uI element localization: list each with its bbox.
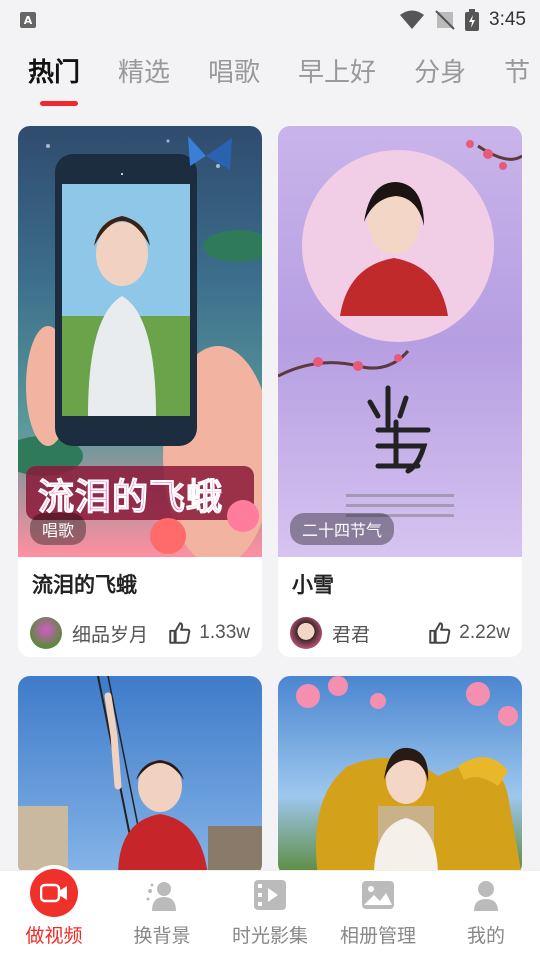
nav-make-video[interactable]: 做视频 bbox=[0, 869, 108, 960]
status-right: 3:45 bbox=[399, 9, 526, 31]
like-button[interactable]: 2.22w bbox=[427, 620, 510, 646]
status-left: A bbox=[20, 12, 36, 28]
bottom-navigation: 做视频 换背景 时光影集 相册管理 我的 bbox=[0, 869, 540, 960]
battery-charging-icon bbox=[465, 9, 480, 31]
nav-label: 做视频 bbox=[25, 925, 83, 947]
video-camera-icon bbox=[30, 869, 78, 917]
category-tabs: 热门 精选 唱歌 早上好 分身 节 bbox=[28, 50, 540, 110]
nav-label: 换背景 bbox=[133, 925, 191, 947]
video-title: 流泪的飞蛾 bbox=[32, 573, 137, 597]
video-thumbnail[interactable] bbox=[278, 676, 522, 876]
video-card[interactable] bbox=[18, 676, 262, 876]
video-meta: 细品岁月 1.33w bbox=[18, 601, 262, 657]
author-name[interactable]: 君君 bbox=[332, 620, 421, 647]
user-icon bbox=[466, 875, 506, 915]
nav-change-background[interactable]: 换背景 bbox=[108, 871, 216, 960]
thumbs-up-icon bbox=[429, 622, 451, 644]
thumbnail-art bbox=[18, 676, 262, 876]
video-thumbnail[interactable]: 二十四节气 bbox=[278, 126, 522, 557]
nav-label: 相册管理 bbox=[339, 925, 416, 947]
status-bar: A 3:45 bbox=[0, 0, 540, 40]
like-count: 1.33w bbox=[199, 622, 250, 643]
like-count: 2.22w bbox=[459, 622, 510, 643]
nav-mine[interactable]: 我的 bbox=[432, 871, 540, 960]
thumbnail-art bbox=[296, 676, 522, 876]
video-card[interactable]: 流泪的飞蛾 唱歌 流泪的飞蛾 细品岁月 1.33w bbox=[18, 126, 262, 657]
video-thumbnail[interactable] bbox=[18, 676, 262, 876]
video-card[interactable] bbox=[278, 676, 522, 876]
notification-a-icon: A bbox=[20, 12, 36, 28]
wifi-icon bbox=[400, 10, 425, 29]
author-name[interactable]: 细品岁月 bbox=[72, 620, 161, 647]
video-card[interactable]: 二十四节气 小雪 君君 2.22w bbox=[278, 126, 522, 657]
tab-featured[interactable]: 精选 bbox=[118, 50, 170, 96]
thumbnail-art bbox=[278, 140, 522, 517]
tab-singing[interactable]: 唱歌 bbox=[208, 50, 260, 96]
like-button[interactable]: 1.33w bbox=[167, 620, 250, 646]
tab-hot[interactable]: 热门 bbox=[28, 50, 80, 96]
nav-label: 我的 bbox=[466, 925, 505, 947]
image-icon bbox=[358, 875, 398, 915]
active-tab-indicator bbox=[40, 101, 78, 106]
film-icon bbox=[250, 875, 290, 915]
category-tag: 唱歌 bbox=[30, 513, 87, 545]
thumbs-up-icon bbox=[169, 622, 191, 644]
video-thumbnail[interactable]: 流泪的飞蛾 唱歌 bbox=[18, 126, 262, 557]
category-tag: 二十四节气 bbox=[290, 513, 395, 545]
status-time: 3:45 bbox=[489, 9, 526, 30]
tab-good-morning[interactable]: 早上好 bbox=[298, 50, 376, 96]
video-title: 小雪 bbox=[292, 573, 334, 597]
no-signal-icon bbox=[435, 10, 455, 30]
nav-label: 时光影集 bbox=[231, 925, 308, 947]
avatar[interactable] bbox=[30, 617, 62, 649]
nav-time-album[interactable]: 时光影集 bbox=[216, 871, 324, 960]
avatar[interactable] bbox=[290, 617, 322, 649]
tab-clone[interactable]: 分身 bbox=[414, 50, 466, 96]
nav-album-management[interactable]: 相册管理 bbox=[324, 871, 432, 960]
person-swap-icon bbox=[142, 875, 182, 915]
video-meta: 君君 2.22w bbox=[278, 601, 522, 657]
tab-festival[interactable]: 节 bbox=[504, 50, 530, 96]
